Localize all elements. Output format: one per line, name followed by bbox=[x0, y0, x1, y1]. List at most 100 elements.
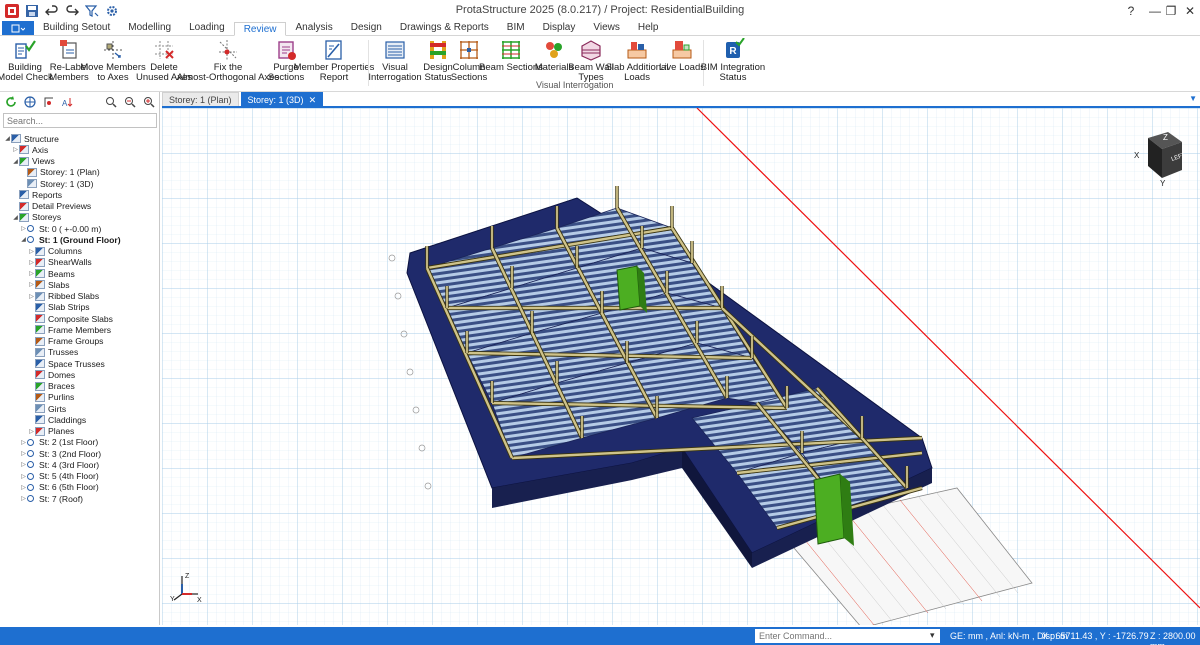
globe-icon[interactable] bbox=[23, 95, 37, 109]
expand-closed-icon[interactable]: ▷ bbox=[20, 439, 27, 446]
tree-node[interactable]: Detail Previews bbox=[0, 201, 159, 212]
bim-integration-status-button[interactable]: R BIM Integration Status bbox=[701, 38, 765, 83]
refresh-icon[interactable] bbox=[4, 95, 18, 109]
tab-design[interactable]: Design bbox=[342, 21, 391, 35]
3d-viewport[interactable]: LEFT Z X Y Z Y X bbox=[162, 108, 1200, 625]
tab-analysis[interactable]: Analysis bbox=[286, 21, 341, 35]
tree-node[interactable]: Storey: 1 (Plan) bbox=[0, 167, 159, 178]
tree-node[interactable]: Storey: 1 (3D) bbox=[0, 178, 159, 189]
expand-closed-icon[interactable]: ▷ bbox=[28, 248, 35, 255]
tree-node[interactable]: ▷ St: 0 ( +-0.00 m) bbox=[0, 223, 159, 234]
3d-model-scene[interactable] bbox=[162, 108, 1200, 625]
expand-closed-icon[interactable]: ▷ bbox=[20, 484, 27, 491]
tree-node[interactable]: Frame Members bbox=[0, 324, 159, 335]
tab-drawings-reports[interactable]: Drawings & Reports bbox=[391, 21, 498, 35]
beam-sections-button[interactable]: Beam Sections bbox=[479, 38, 543, 73]
building-model-check-button[interactable]: Building Model Check bbox=[0, 38, 53, 83]
move-members-to-axes-button[interactable]: Move Members to Axes bbox=[80, 38, 146, 83]
tree-node[interactable]: Reports bbox=[0, 189, 159, 200]
fix-almost-orthogonal-axes-button[interactable]: Fix the Almost-Orthogonal Axes bbox=[177, 38, 279, 83]
zoom-in-icon[interactable] bbox=[104, 95, 118, 109]
tree-node[interactable]: Claddings bbox=[0, 414, 159, 425]
tree-node[interactable]: ▷ Planes bbox=[0, 426, 159, 437]
expand-closed-icon[interactable]: ▷ bbox=[28, 259, 35, 266]
tree-node[interactable]: ▷ St: 3 (2nd Floor) bbox=[0, 448, 159, 459]
expand-closed-icon[interactable]: ▷ bbox=[20, 495, 27, 502]
tree-node[interactable]: ▷ Columns bbox=[0, 246, 159, 257]
tree-node[interactable]: Girts bbox=[0, 403, 159, 414]
file-menu-button[interactable] bbox=[2, 21, 34, 35]
tree-node[interactable]: Space Trusses bbox=[0, 358, 159, 369]
tree-node[interactable]: ▷ St: 2 (1st Floor) bbox=[0, 437, 159, 448]
tree-node[interactable]: ▷ St: 6 (5th Floor) bbox=[0, 482, 159, 493]
beam-wall-types-button[interactable]: Beam Wall Types bbox=[568, 38, 614, 83]
expand-closed-icon[interactable]: ▷ bbox=[28, 281, 35, 288]
tree-node[interactable]: Composite Slabs bbox=[0, 313, 159, 324]
sort-az-icon[interactable]: A bbox=[61, 95, 75, 109]
tree-node[interactable]: Braces bbox=[0, 381, 159, 392]
chevron-down-icon[interactable]: ▾ bbox=[930, 630, 940, 642]
zoom-out-icon[interactable] bbox=[123, 95, 137, 109]
tab-views[interactable]: Views bbox=[584, 21, 629, 35]
expand-closed-icon[interactable]: ▷ bbox=[20, 473, 27, 480]
member-properties-report-button[interactable]: Member Properties Report bbox=[294, 38, 374, 83]
chevron-down-icon[interactable]: ▼ bbox=[1189, 94, 1197, 103]
expand-open-icon[interactable]: ◢ bbox=[20, 236, 27, 243]
tree-node[interactable]: ▷ St: 7 (Roof) bbox=[0, 493, 159, 504]
visual-interrogation-button[interactable]: Visual Interrogation bbox=[368, 38, 422, 83]
tree-node[interactable]: ◢ Storeys bbox=[0, 212, 159, 223]
tree-node[interactable]: Trusses bbox=[0, 347, 159, 358]
tree-node[interactable]: ▷ St: 4 (3rd Floor) bbox=[0, 459, 159, 470]
close-icon[interactable]: ✕ bbox=[309, 93, 317, 107]
tab-building-setout[interactable]: Building Setout bbox=[34, 21, 119, 35]
settings-gear-icon[interactable] bbox=[104, 3, 120, 19]
tree-node[interactable]: ▷ Axis bbox=[0, 144, 159, 155]
tree-node[interactable]: ◢ St: 1 (Ground Floor) bbox=[0, 234, 159, 245]
undo-icon[interactable] bbox=[44, 3, 60, 19]
tree-node[interactable]: ◢ Structure bbox=[0, 133, 159, 144]
tree-node[interactable]: ▷ St: 5 (4th Floor) bbox=[0, 471, 159, 482]
expand-closed-icon[interactable]: ▷ bbox=[28, 293, 35, 300]
close-button[interactable]: ✕ bbox=[1176, 0, 1200, 22]
expand-closed-icon[interactable]: ▷ bbox=[28, 270, 35, 277]
command-input[interactable] bbox=[755, 629, 940, 643]
app-logo-icon[interactable] bbox=[4, 3, 20, 19]
tab-help[interactable]: Help bbox=[629, 21, 668, 35]
tree-node[interactable]: Domes bbox=[0, 369, 159, 380]
tab-loading[interactable]: Loading bbox=[180, 21, 234, 35]
expand-closed-icon[interactable]: ▷ bbox=[20, 461, 27, 468]
live-loads-button[interactable]: Live Loads bbox=[659, 38, 705, 73]
save-icon[interactable] bbox=[24, 3, 40, 19]
redo-icon[interactable] bbox=[64, 3, 80, 19]
tree-node[interactable]: Frame Groups bbox=[0, 336, 159, 347]
storey-icon[interactable] bbox=[42, 95, 56, 109]
expand-open-icon[interactable]: ◢ bbox=[12, 214, 19, 221]
view-cube[interactable]: LEFT Z X Y bbox=[1130, 128, 1190, 188]
expand-closed-icon[interactable]: ▷ bbox=[20, 225, 27, 232]
expand-open-icon[interactable]: ◢ bbox=[4, 135, 11, 142]
filter-icon[interactable] bbox=[84, 3, 100, 19]
tree-node[interactable]: ▷ ShearWalls bbox=[0, 257, 159, 268]
tab-modelling[interactable]: Modelling bbox=[119, 21, 180, 35]
slab-additional-loads-button[interactable]: Slab Additional Loads bbox=[606, 38, 668, 83]
tab-review[interactable]: Review bbox=[233, 22, 287, 36]
tree-node[interactable]: ◢ Views bbox=[0, 156, 159, 167]
tree-node[interactable]: ▷ Ribbed Slabs bbox=[0, 291, 159, 302]
tree-node[interactable]: Purlins bbox=[0, 392, 159, 403]
tree-node[interactable]: ▷ Beams bbox=[0, 268, 159, 279]
expand-closed-icon[interactable]: ▷ bbox=[20, 450, 27, 457]
tree-node[interactable]: Slab Strips bbox=[0, 302, 159, 313]
doc-tab-storey-plan[interactable]: Storey: 1 (Plan) bbox=[162, 92, 239, 106]
expand-closed-icon[interactable]: ▷ bbox=[28, 428, 35, 435]
design-status-button[interactable]: Design Status bbox=[423, 38, 453, 83]
materials-button[interactable]: Materials bbox=[535, 38, 573, 73]
collapse-all-icon[interactable] bbox=[142, 95, 156, 109]
tab-bim[interactable]: BIM bbox=[498, 21, 534, 35]
column-sections-button[interactable]: Column Sections bbox=[451, 38, 487, 83]
tab-display[interactable]: Display bbox=[534, 21, 585, 35]
expand-open-icon[interactable]: ◢ bbox=[12, 158, 19, 165]
tree-node[interactable]: ▷ Slabs bbox=[0, 279, 159, 290]
tree-search-input[interactable] bbox=[3, 113, 157, 128]
expand-closed-icon[interactable]: ▷ bbox=[12, 146, 19, 153]
doc-tab-storey-3d[interactable]: Storey: 1 (3D) ✕ bbox=[240, 92, 324, 107]
